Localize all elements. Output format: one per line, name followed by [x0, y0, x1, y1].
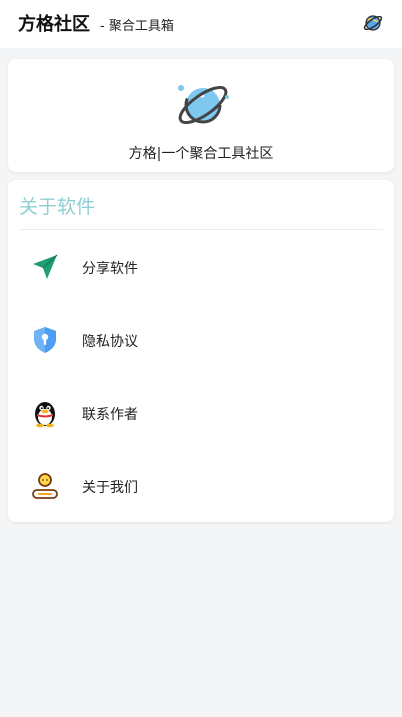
planet-logo-icon [173, 75, 233, 135]
app-title: 方格社区 [18, 14, 90, 35]
qq-penguin-icon [30, 398, 60, 428]
menu-item-privacy[interactable]: 隐私协议 [8, 310, 394, 370]
app-header: 方格社区 - 聚合工具箱 [0, 0, 402, 48]
user-badge-icon [30, 471, 60, 501]
planet-icon[interactable] [362, 12, 384, 34]
shield-lock-icon [30, 325, 60, 355]
app-subtitle: - 聚合工具箱 [100, 19, 174, 34]
menu-item-label: 关于我们 [82, 480, 138, 496]
menu-item-share[interactable]: 分享软件 [8, 237, 394, 297]
menu-item-label: 隐私协议 [82, 334, 138, 350]
about-card: 关于软件 分享软件 隐私协议 联系作者 关于我们 [8, 180, 394, 522]
menu-item-about-us[interactable]: 关于我们 [8, 456, 394, 516]
intro-slogan: 方格|一个聚合工具社区 [128, 146, 274, 162]
section-divider [19, 229, 383, 230]
menu-item-label: 联系作者 [82, 407, 138, 423]
intro-card: 方格|一个聚合工具社区 [8, 59, 394, 172]
menu-item-contact[interactable]: 联系作者 [8, 383, 394, 443]
about-section-title: 关于软件 [19, 196, 96, 218]
menu-item-label: 分享软件 [82, 261, 138, 277]
send-icon [30, 252, 60, 282]
